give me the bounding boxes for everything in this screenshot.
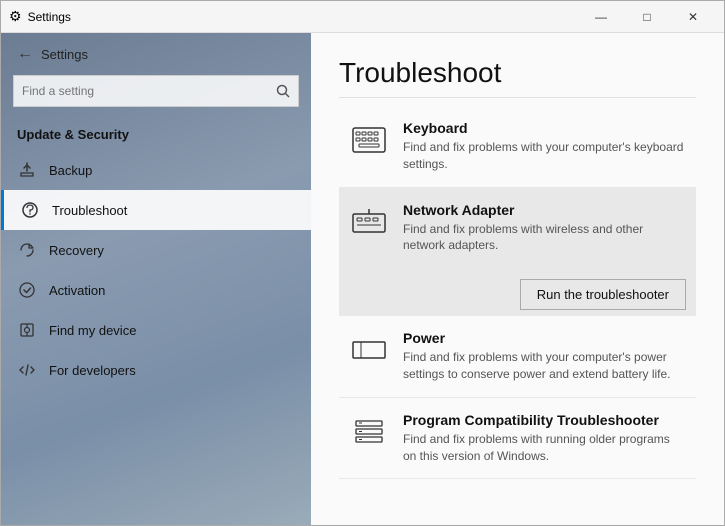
sidebar-item-activation-label: Activation xyxy=(49,283,105,298)
sidebar-back-label: Settings xyxy=(41,47,88,62)
activation-icon xyxy=(17,280,37,300)
program-compat-item-title: Program Compatibility Troubleshooter xyxy=(403,412,686,428)
run-btn-row: Run the troubleshooter xyxy=(339,269,696,316)
title-bar: ⚙ Settings — □ ✕ xyxy=(1,1,724,33)
sidebar-back-nav[interactable]: ← Settings xyxy=(1,33,311,75)
program-compat-item-text: Program Compatibility Troubleshooter Fin… xyxy=(403,412,686,465)
network-adapter-item-desc: Find and fix problems with wireless and … xyxy=(403,221,686,255)
sidebar-item-backup[interactable]: Backup xyxy=(1,150,311,190)
content-area: ← Settings Update & Security xyxy=(1,33,724,525)
keyboard-item-text: Keyboard Find and fix problems with your… xyxy=(403,120,686,173)
run-troubleshooter-button[interactable]: Run the troubleshooter xyxy=(520,279,686,310)
sidebar-item-find-my-device[interactable]: Find my device xyxy=(1,310,311,350)
main-panel: Troubleshoot xyxy=(311,33,724,525)
developers-icon xyxy=(17,360,37,380)
network-adapter-item-text: Network Adapter Find and fix problems wi… xyxy=(403,202,686,255)
network-adapter-icon xyxy=(349,202,389,242)
minimize-button[interactable]: — xyxy=(578,1,624,33)
sidebar-item-troubleshoot-label: Troubleshoot xyxy=(52,203,127,218)
sidebar-item-for-developers-label: For developers xyxy=(49,363,136,378)
settings-window: ⚙ Settings — □ ✕ ← Settings xyxy=(0,0,725,526)
backup-icon xyxy=(17,160,37,180)
network-adapter-item-title: Network Adapter xyxy=(403,202,686,218)
title-bar-controls: — □ ✕ xyxy=(578,1,716,33)
sidebar-item-for-developers[interactable]: For developers xyxy=(1,350,311,390)
sidebar-item-backup-label: Backup xyxy=(49,163,92,178)
sidebar-item-find-my-device-label: Find my device xyxy=(49,323,136,338)
page-title: Troubleshoot xyxy=(339,57,696,89)
troubleshoot-icon xyxy=(20,200,40,220)
sidebar-item-activation[interactable]: Activation xyxy=(1,270,311,310)
power-item-text: Power Find and fix problems with your co… xyxy=(403,330,686,383)
sidebar: ← Settings Update & Security xyxy=(1,33,311,525)
program-compat-item-desc: Find and fix problems with running older… xyxy=(403,431,686,465)
sidebar-item-troubleshoot[interactable]: Troubleshoot xyxy=(1,190,311,230)
settings-window-icon: ⚙ xyxy=(9,8,22,25)
search-icon xyxy=(276,84,290,98)
troubleshoot-item-keyboard: Keyboard Find and fix problems with your… xyxy=(339,106,696,188)
troubleshoot-item-program-compat: Program Compatibility Troubleshooter Fin… xyxy=(339,398,696,480)
find-device-icon xyxy=(17,320,37,340)
title-bar-title: Settings xyxy=(28,10,578,24)
power-icon xyxy=(349,330,389,370)
back-arrow-icon: ← xyxy=(17,45,33,63)
keyboard-icon xyxy=(349,120,389,160)
maximize-button[interactable]: □ xyxy=(624,1,670,33)
troubleshoot-item-network-adapter[interactable]: Network Adapter Find and fix problems wi… xyxy=(339,188,696,270)
keyboard-item-desc: Find and fix problems with your computer… xyxy=(403,139,686,173)
power-item-title: Power xyxy=(403,330,686,346)
program-compat-icon xyxy=(349,412,389,452)
recovery-icon xyxy=(17,240,37,260)
keyboard-item-title: Keyboard xyxy=(403,120,686,136)
section-label: Update & Security xyxy=(1,121,311,150)
sidebar-item-recovery-label: Recovery xyxy=(49,243,104,258)
search-input[interactable] xyxy=(22,84,276,98)
close-button[interactable]: ✕ xyxy=(670,1,716,33)
sidebar-item-recovery[interactable]: Recovery xyxy=(1,230,311,270)
troubleshoot-item-power: Power Find and fix problems with your co… xyxy=(339,316,696,398)
power-item-desc: Find and fix problems with your computer… xyxy=(403,349,686,383)
section-divider xyxy=(339,97,696,98)
search-box[interactable] xyxy=(13,75,299,107)
